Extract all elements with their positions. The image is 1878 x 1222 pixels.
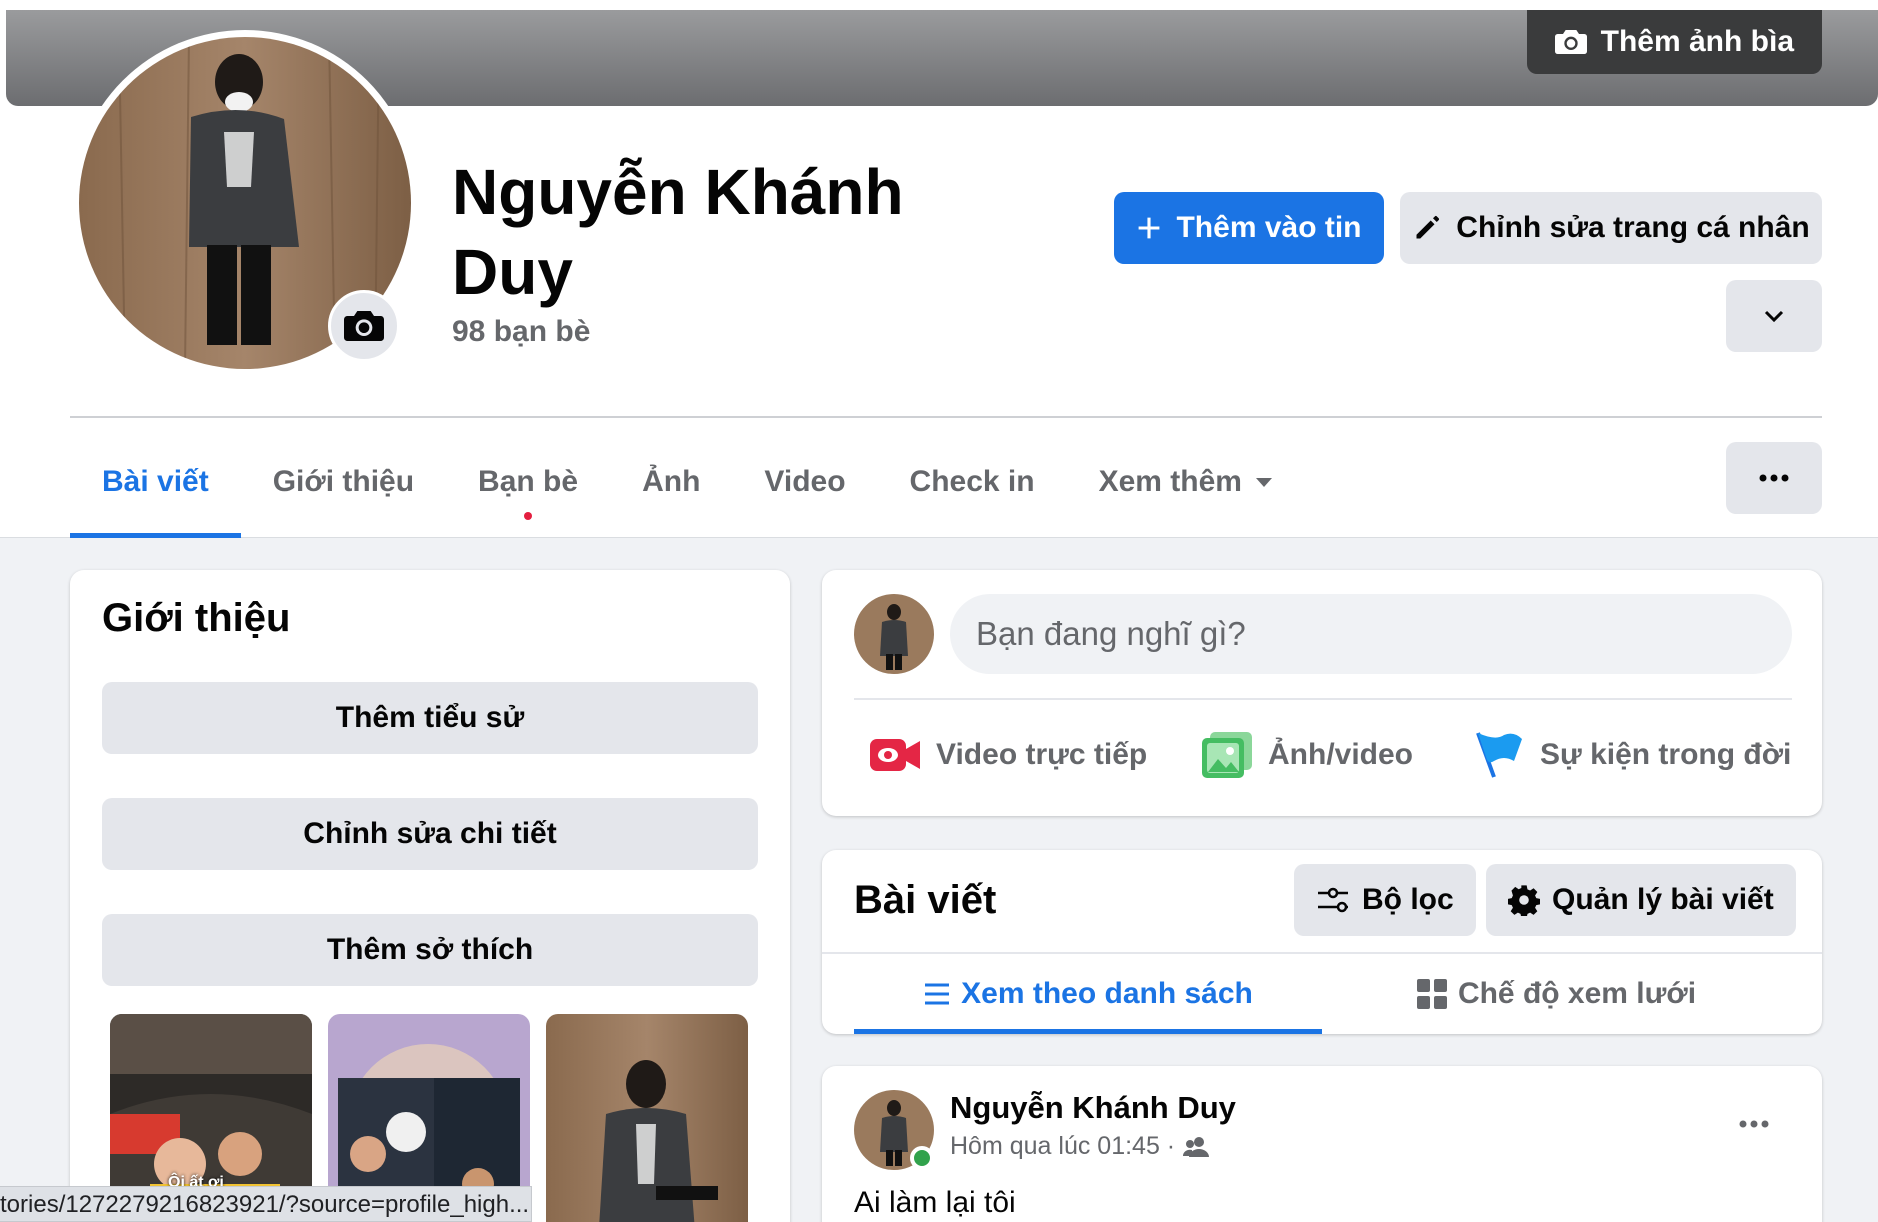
tab-label: Xem thêm (1098, 465, 1242, 498)
post-text: Ai làm lại tôi (854, 1186, 1016, 1219)
edit-details-button[interactable]: Chỉnh sửa chi tiết (102, 798, 758, 870)
tab-label: Bài viết (102, 465, 209, 498)
friends-audience-icon (1183, 1136, 1210, 1157)
featured-story[interactable] (546, 1014, 748, 1222)
life-event-label: Sự kiện trong đời (1540, 738, 1792, 771)
tab-about[interactable]: Giới thiệu (241, 426, 446, 538)
status-url-bar: tories/1272279216823921/?source=profile_… (0, 1186, 532, 1222)
manage-posts-label: Quản lý bài viết (1552, 883, 1774, 916)
add-bio-button[interactable]: Thêm tiểu sử (102, 682, 758, 754)
post-card: Nguyễn Khánh Duy Hôm qua lúc 01:45 · Ai … (822, 1066, 1822, 1222)
photo-icon (1202, 732, 1252, 778)
chevron-down-icon (1764, 310, 1784, 323)
notification-dot (524, 512, 533, 520)
live-video-label: Video trực tiếp (936, 738, 1148, 771)
profile-header: Thêm ảnh bìa Nguyễn Khánh Duy 98 bạn bè … (0, 0, 1878, 538)
edit-profile-label: Chỉnh sửa trang cá nhân (1456, 211, 1810, 244)
profile-tabs: Bài viết Giới thiệu Bạn bè Ảnh Video Che… (70, 426, 1304, 538)
camera-icon (1554, 30, 1587, 54)
gear-icon (1508, 885, 1540, 916)
life-event-button[interactable]: Sự kiện trong đời (1474, 710, 1791, 800)
posts-section-title: Bài viết (854, 878, 997, 922)
tab-label: Check in (909, 465, 1035, 498)
tab-more[interactable]: Xem thêm (1067, 426, 1304, 538)
add-cover-photo-button[interactable]: Thêm ảnh bìa (1526, 10, 1822, 74)
photo-video-button[interactable]: Ảnh/video (1202, 710, 1413, 800)
post-time-label: Hôm qua lúc 01:45 · (950, 1132, 1176, 1160)
post-author[interactable]: Nguyễn Khánh Duy (950, 1090, 1236, 1126)
edit-profile-button[interactable]: Chỉnh sửa trang cá nhân (1400, 192, 1822, 264)
post-timestamp[interactable]: Hôm qua lúc 01:45 · (950, 1132, 1210, 1161)
add-hobbies-button[interactable]: Thêm sở thích (102, 914, 758, 986)
filter-label: Bộ lọc (1362, 883, 1454, 916)
tab-label: Ảnh (642, 465, 701, 498)
add-cover-photo-label: Thêm ảnh bìa (1600, 25, 1794, 58)
camera-icon (344, 311, 384, 341)
story-thumbnail (546, 1014, 748, 1222)
tab-videos[interactable]: Video (732, 426, 877, 538)
list-icon (925, 983, 950, 1005)
online-status-dot (910, 1146, 934, 1170)
pencil-icon (1416, 216, 1440, 239)
tab-label: Video (764, 465, 846, 498)
ellipsis-icon (1759, 474, 1789, 482)
tab-list-view[interactable]: Xem theo danh sách (854, 954, 1322, 1034)
avatar[interactable] (854, 594, 934, 674)
tab-grid-view[interactable]: Chế độ xem lưới (1322, 954, 1790, 1034)
tab-friends[interactable]: Bạn bè (446, 426, 610, 538)
header-divider (70, 416, 1822, 418)
filter-icon (1318, 887, 1348, 913)
tab-check-ins[interactable]: Check in (878, 426, 1067, 538)
update-avatar-button[interactable] (328, 290, 400, 362)
posts-header-card: Bài viết Bộ lọc Quản lý bài viết Xem the… (822, 850, 1822, 1034)
live-video-icon (870, 739, 920, 771)
post-composer: Bạn đang nghĩ gì? Video trực tiếp Ảnh/vi… (822, 570, 1822, 816)
tab-photos[interactable]: Ảnh (610, 426, 732, 538)
list-view-label: Xem theo danh sách (961, 977, 1253, 1010)
grid-view-label: Chế độ xem lưới (1457, 977, 1697, 1010)
tab-posts[interactable]: Bài viết (70, 426, 241, 538)
profile-name: Nguyễn Khánh Duy (452, 156, 904, 308)
more-options-button[interactable] (1726, 442, 1822, 514)
manage-posts-button[interactable]: Quản lý bài viết (1486, 864, 1796, 936)
add-to-story-label: Thêm vào tin (1176, 211, 1362, 244)
grid-icon (1416, 979, 1447, 1009)
friends-count[interactable]: 98 bạn bè (452, 315, 590, 349)
composer-divider (854, 698, 1792, 700)
intro-title: Giới thiệu (102, 596, 291, 640)
composer-input[interactable]: Bạn đang nghĩ gì? (950, 594, 1792, 674)
live-video-button[interactable]: Video trực tiếp (870, 710, 1147, 800)
tab-label: Giới thiệu (272, 465, 415, 498)
ellipsis-icon (1739, 1120, 1769, 1128)
profile-photo (854, 594, 934, 674)
photo-video-label: Ảnh/video (1268, 738, 1414, 771)
flag-icon (1476, 732, 1522, 778)
profile-options-dropdown[interactable] (1726, 280, 1822, 352)
add-to-story-button[interactable]: Thêm vào tin (1114, 192, 1384, 264)
intro-card: Giới thiệu Thêm tiểu sử Chỉnh sửa chi ti… (70, 570, 790, 1222)
tab-label: Bạn bè (478, 465, 579, 498)
filter-button[interactable]: Bộ lọc (1294, 864, 1476, 936)
plus-icon (1139, 217, 1160, 239)
caret-down-icon (1255, 477, 1272, 487)
post-options-button[interactable] (1726, 1096, 1782, 1152)
